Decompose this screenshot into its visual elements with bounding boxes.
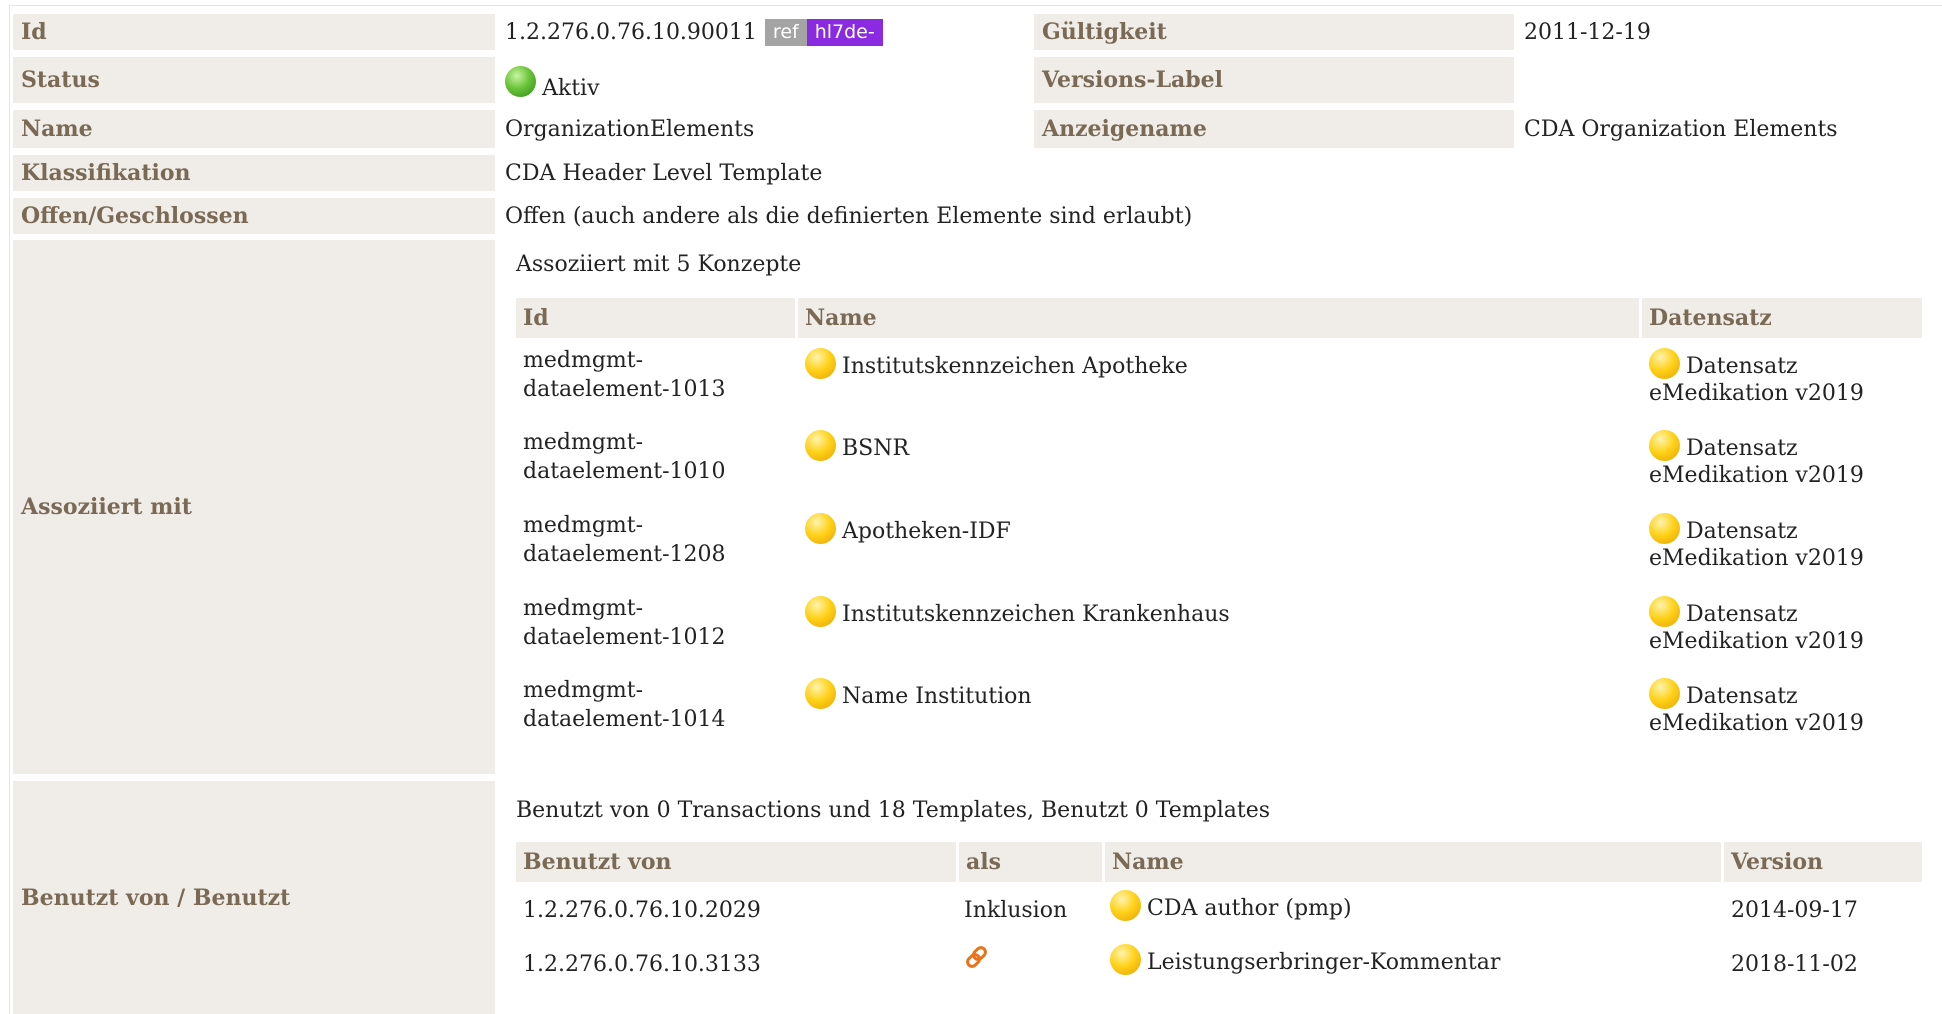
used-row-2-name-cell[interactable]: Leistungserbringer-Kommentar <box>1110 944 1500 975</box>
assoc-row-3-name[interactable]: Apotheken-IDF <box>842 519 1011 544</box>
assoc-row-1-name-cell[interactable]: Institutskennzeichen Apotheke <box>805 348 1188 379</box>
assoc-header-datensatz: Datensatz <box>1642 298 1922 338</box>
assoc-row-4-id[interactable]: medmgmt-dataelement-1012 <box>523 594 726 652</box>
assoc-row-2-name-cell[interactable]: BSNR <box>805 430 909 461</box>
used-row-2-name[interactable]: Leistungserbringer-Kommentar <box>1147 950 1500 975</box>
used-row-1-name-cell[interactable]: CDA author (pmp) <box>1110 890 1352 921</box>
assoc-row-4-name-cell[interactable]: Institutskennzeichen Krankenhaus <box>805 596 1230 627</box>
status-draft-icon <box>1110 890 1141 921</box>
version-label-label: Versions-Label <box>1034 57 1514 103</box>
link-icon[interactable] <box>964 944 990 970</box>
assoc-row-2-dataset[interactable]: Datensatz eMedikation v2019 <box>1649 430 1864 490</box>
ref-tag: ref <box>764 18 807 46</box>
used-row-2-oid[interactable]: 1.2.276.0.76.10.3133 <box>523 950 761 979</box>
used-header-name: Name <box>1105 842 1721 882</box>
classification-value: CDA Header Level Template <box>505 160 823 186</box>
used-header-benutzt-von: Benutzt von <box>516 842 956 882</box>
status-active-icon <box>505 66 536 97</box>
name-label: Name <box>13 110 495 148</box>
assoc-row-1-name[interactable]: Institutskennzeichen Apotheke <box>842 354 1188 379</box>
dataset-status-icon <box>1649 513 1680 544</box>
open-closed-value: Offen (auch andere als die definierten E… <box>505 203 1193 229</box>
assoc-header-name: Name <box>798 298 1639 338</box>
status-value-cell: Aktiv <box>505 57 1025 103</box>
assoc-row-5-id[interactable]: medmgmt-dataelement-1014 <box>523 676 726 734</box>
used-header-version: Version <box>1724 842 1922 882</box>
template-detail-page: Id 1.2.276.0.76.10.90011 ref hl7de- Gülti… <box>0 0 1942 1014</box>
status-draft-icon <box>805 348 836 379</box>
dataset-status-icon <box>1649 430 1680 461</box>
assoc-row-3-name-cell[interactable]: Apotheken-IDF <box>805 513 1011 544</box>
associated-caption: Assoziiert mit 5 Konzepte <box>516 252 802 277</box>
used-by-caption: Benutzt von 0 Transactions und 18 Templa… <box>516 798 1271 823</box>
dataset-status-icon <box>1649 348 1680 379</box>
assoc-header-id: Id <box>516 298 795 338</box>
used-row-1-oid[interactable]: 1.2.276.0.76.10.2029 <box>523 896 761 925</box>
used-by-label: Benutzt von / Benutzt <box>13 781 495 1014</box>
validity-value: 2011-12-19 <box>1524 19 1651 45</box>
status-draft-icon <box>805 430 836 461</box>
associated-label: Assoziiert mit <box>13 240 495 774</box>
left-border <box>9 5 10 1014</box>
classification-label: Klassifikation <box>13 155 495 191</box>
display-name-value: CDA Organization Elements <box>1524 116 1838 142</box>
id-value[interactable]: 1.2.276.0.76.10.90011 <box>505 20 757 45</box>
assoc-row-5-dataset[interactable]: Datensatz eMedikation v2019 <box>1649 678 1864 738</box>
dataset-status-icon <box>1649 678 1680 709</box>
used-row-1-as: Inklusion <box>964 898 1068 923</box>
status-label: Status <box>13 57 495 103</box>
used-row-2-as-cell[interactable] <box>964 944 990 978</box>
id-value-cell: 1.2.276.0.76.10.90011 ref hl7de- <box>505 14 1025 50</box>
used-row-2-version: 2018-11-02 <box>1731 952 1858 977</box>
assoc-row-5-name[interactable]: Name Institution <box>842 684 1032 709</box>
assoc-row-1-id[interactable]: medmgmt-dataelement-1013 <box>523 346 726 404</box>
status-draft-icon <box>805 513 836 544</box>
used-row-1-name[interactable]: CDA author (pmp) <box>1147 896 1352 921</box>
assoc-row-2-id[interactable]: medmgmt-dataelement-1010 <box>523 428 726 486</box>
used-row-1-version: 2014-09-17 <box>1731 898 1858 923</box>
assoc-row-3-id[interactable]: medmgmt-dataelement-1208 <box>523 511 726 569</box>
status-draft-icon <box>1110 944 1141 975</box>
open-closed-label: Offen/Geschlossen <box>13 198 495 234</box>
dataset-status-icon <box>1649 596 1680 627</box>
status-draft-icon <box>805 678 836 709</box>
id-label: Id <box>13 14 495 50</box>
status-value: Aktiv <box>542 76 600 101</box>
assoc-row-2-name[interactable]: BSNR <box>842 436 909 461</box>
assoc-row-3-dataset[interactable]: Datensatz eMedikation v2019 <box>1649 513 1864 573</box>
version-label-value <box>1524 57 1924 103</box>
used-header-als: als <box>959 842 1102 882</box>
top-border <box>9 5 1942 6</box>
assoc-row-4-name[interactable]: Institutskennzeichen Krankenhaus <box>842 602 1230 627</box>
assoc-row-1-dataset[interactable]: Datensatz eMedikation v2019 <box>1649 348 1864 408</box>
assoc-row-5-name-cell[interactable]: Name Institution <box>805 678 1032 709</box>
assoc-row-4-dataset[interactable]: Datensatz eMedikation v2019 <box>1649 596 1864 656</box>
validity-label: Gültigkeit <box>1034 14 1514 50</box>
prefix-tag: hl7de- <box>806 18 883 46</box>
display-name-label: Anzeigename <box>1034 110 1514 148</box>
status-draft-icon <box>805 596 836 627</box>
name-value: OrganizationElements <box>505 116 755 142</box>
